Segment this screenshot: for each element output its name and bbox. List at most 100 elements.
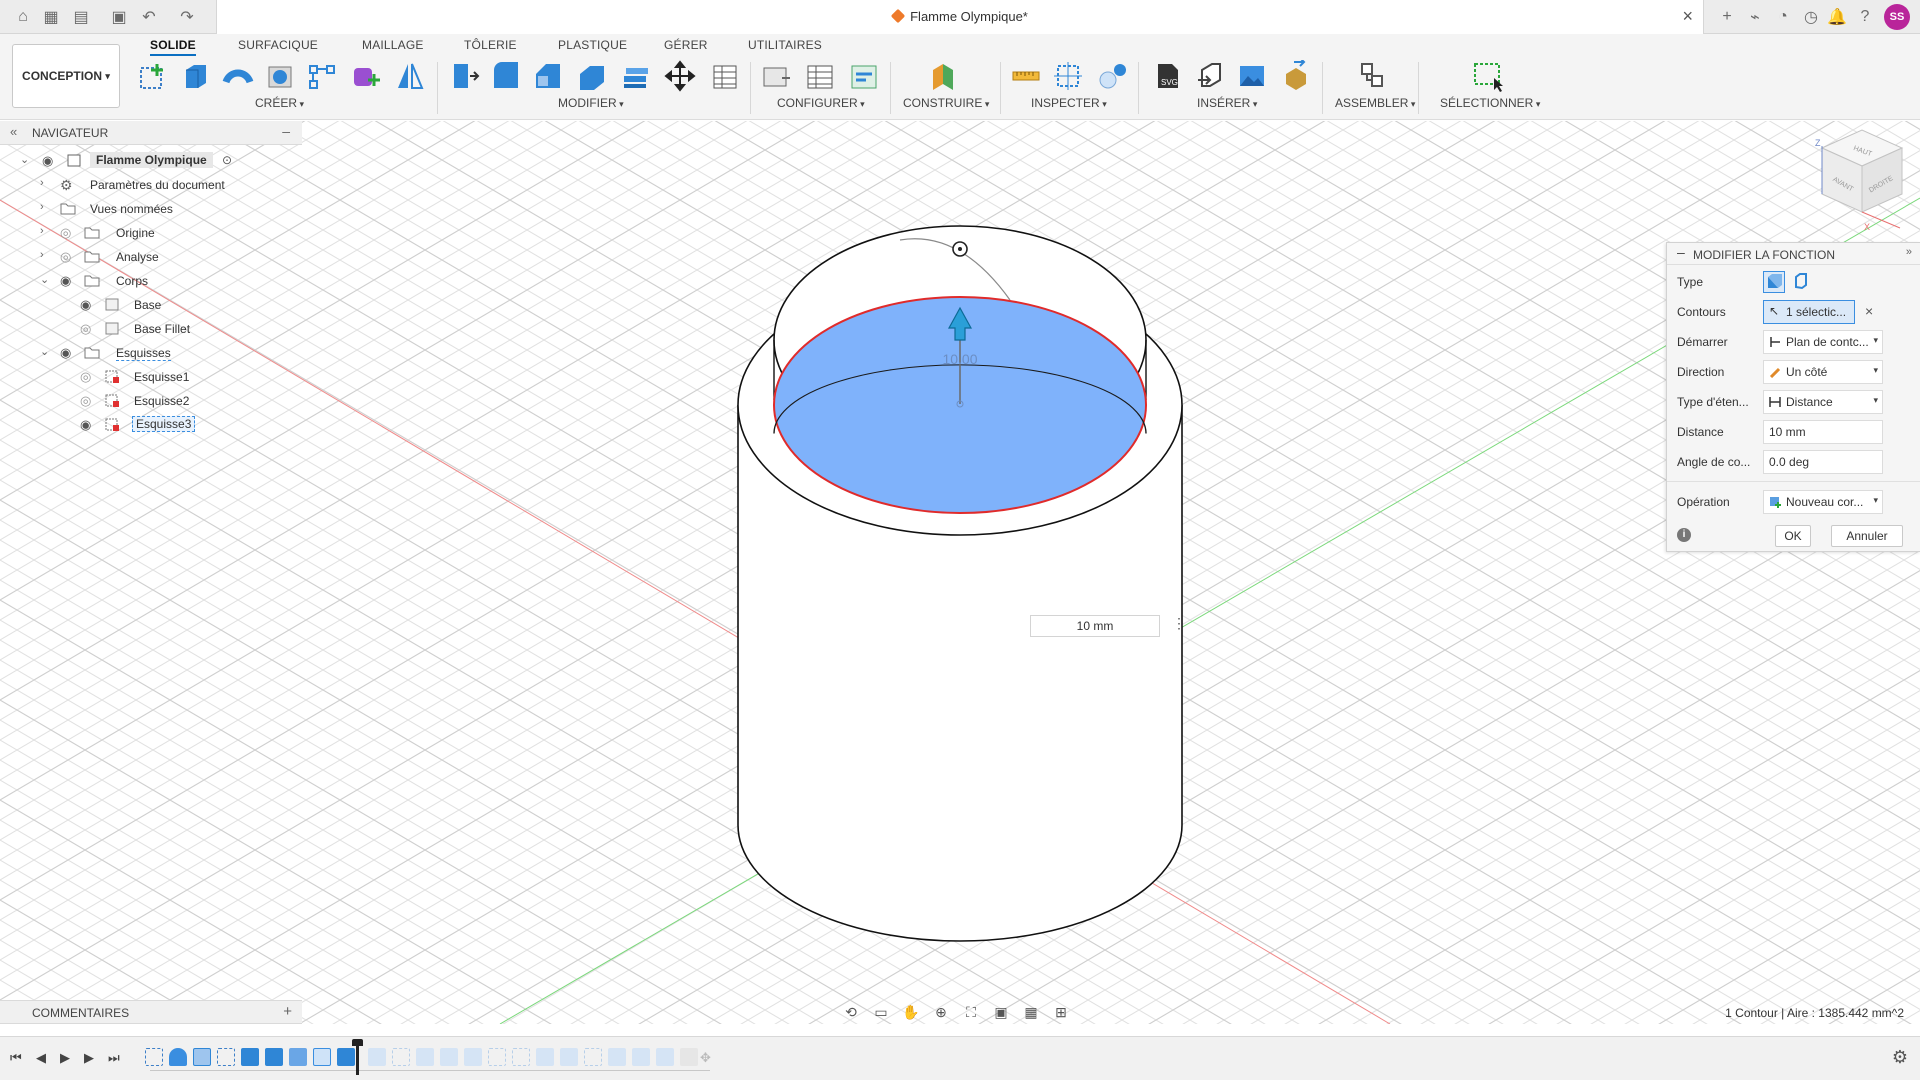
hidden-eye-icon[interactable]: ◎ — [80, 369, 96, 385]
chevron-down-icon[interactable]: ⌄ — [40, 345, 52, 358]
insert-svg-tool[interactable]: SVG — [1150, 58, 1186, 94]
timeline-suppressed-feature[interactable] — [368, 1048, 386, 1066]
timeline-shell-feature[interactable] — [193, 1048, 211, 1066]
analysis-tool[interactable] — [1094, 58, 1130, 94]
user-avatar[interactable]: SS — [1884, 4, 1910, 30]
timeline-suppressed-feature[interactable] — [488, 1048, 506, 1066]
timeline-suppressed-feature[interactable] — [416, 1048, 434, 1066]
extent-type-dropdown[interactable]: Distance ▾ — [1763, 390, 1883, 414]
tab-plastique[interactable]: PLASTIQUE — [558, 34, 627, 56]
visibility-eye-icon[interactable]: ◉ — [80, 417, 96, 433]
close-tab-icon[interactable]: × — [1682, 6, 1693, 27]
chevron-right-icon[interactable]: › — [40, 177, 52, 189]
tree-item-bodies[interactable]: ⌄ ◉ Corps — [0, 270, 260, 292]
group-label-selectionner[interactable]: SÉLECTIONNER — [1440, 96, 1540, 110]
collapse-panel-icon[interactable]: « — [10, 124, 17, 139]
group-label-construire[interactable]: CONSTRUIRE — [903, 96, 989, 110]
rotation-handle[interactable] — [952, 241, 968, 257]
interference-tool[interactable] — [1050, 58, 1086, 94]
move-tool[interactable] — [662, 58, 698, 94]
hole-tool[interactable] — [262, 58, 298, 94]
clear-selection-icon[interactable]: × — [1865, 303, 1873, 319]
tree-item-sketch3[interactable]: ◉ Esquisse3 — [0, 414, 260, 436]
extensions-icon[interactable]: ◔ — [1772, 6, 1794, 28]
distance-input[interactable]: 10 mm — [1763, 420, 1883, 444]
play-icon[interactable]: ▶ — [60, 1050, 70, 1066]
offline-icon[interactable]: ⌁ — [1744, 6, 1766, 28]
tab-maillage[interactable]: MAILLAGE — [362, 34, 424, 56]
start-dropdown[interactable]: Plan de contc... ▾ — [1763, 330, 1883, 354]
timeline-extrude-feature[interactable] — [337, 1048, 355, 1066]
configure-tool-2[interactable] — [802, 58, 838, 94]
chevron-right-icon[interactable]: › — [40, 201, 52, 213]
document-tab[interactable]: Flamme Olympique* × — [216, 0, 1704, 34]
grid-menu-icon[interactable]: ▦ — [40, 6, 62, 28]
operation-dropdown[interactable]: Nouveau cor... ▾ — [1763, 490, 1883, 514]
hidden-eye-icon[interactable]: ◎ — [80, 393, 96, 409]
tab-solide[interactable]: SOLIDE — [150, 34, 196, 56]
tab-utilitaires[interactable]: UTILITAIRES — [748, 34, 822, 56]
go-to-start-icon[interactable]: ⏮ — [10, 1050, 22, 1066]
timeline-move-icon[interactable]: ✥ — [700, 1050, 711, 1066]
timeline-active-sketch-feature[interactable] — [313, 1048, 331, 1066]
assemble-joint-tool[interactable] — [1354, 58, 1390, 94]
change-parameters-tool[interactable] — [706, 58, 742, 94]
timeline-revolve-feature[interactable] — [169, 1048, 187, 1066]
tab-gerer[interactable]: GÉRER — [664, 34, 708, 56]
timeline-suppressed-feature[interactable] — [656, 1048, 674, 1066]
timeline-suppressed-feature[interactable] — [632, 1048, 650, 1066]
tree-item-analysis[interactable]: › ◎ Analyse — [0, 246, 260, 268]
visibility-eye-icon[interactable]: ◉ — [60, 345, 76, 361]
distance-inline-input[interactable]: 10 mm — [1030, 615, 1160, 637]
add-comment-icon[interactable]: + — [283, 1003, 292, 1020]
timeline-sketch-feature[interactable] — [145, 1048, 163, 1066]
timeline-suppressed-feature[interactable] — [512, 1048, 530, 1066]
revolve-tool[interactable] — [220, 58, 256, 94]
tree-item-body-base[interactable]: ◉ Base — [0, 294, 260, 316]
step-back-icon[interactable]: ◀ — [36, 1050, 46, 1066]
taper-angle-input[interactable]: 0.0 deg — [1763, 450, 1883, 474]
visibility-eye-icon[interactable]: ◉ — [80, 297, 96, 313]
timeline-suppressed-feature[interactable] — [560, 1048, 578, 1066]
group-label-configurer[interactable]: CONFIGURER — [777, 96, 865, 110]
group-label-modifier[interactable]: MODIFIER — [558, 96, 624, 110]
tree-item-body-base-fillet[interactable]: ◎ Base Fillet — [0, 318, 260, 340]
more-options-icon[interactable]: ⋮ — [1172, 615, 1186, 632]
hidden-eye-icon[interactable]: ◎ — [60, 249, 76, 265]
create-sketch-tool[interactable] — [135, 58, 171, 94]
tab-surfacique[interactable]: SURFACIQUE — [238, 34, 318, 56]
pan-hand-icon[interactable]: ✋ — [898, 1004, 924, 1021]
look-at-icon[interactable]: ▭ — [868, 1004, 894, 1021]
chevron-down-icon[interactable]: ⌄ — [20, 153, 32, 166]
contours-selection-button[interactable]: ↖ 1 sélectic... — [1763, 300, 1855, 324]
file-menu-icon[interactable]: ▤ — [70, 6, 92, 28]
insert-canvas-tool[interactable] — [1234, 58, 1270, 94]
timeline-suppressed-feature[interactable] — [440, 1048, 458, 1066]
info-icon[interactable]: i — [1677, 528, 1691, 542]
activate-radio-icon[interactable]: ⊙ — [222, 153, 238, 167]
tree-item-sketch2[interactable]: ◎ Esquisse2 — [0, 390, 260, 412]
configure-tool-1[interactable] — [758, 58, 794, 94]
tree-item-root[interactable]: ⌄ ◉ Flamme Olympique ⊙ — [0, 150, 260, 172]
fit-icon[interactable]: ⛶ — [958, 1004, 984, 1021]
timeline-suppressed-feature[interactable] — [392, 1048, 410, 1066]
press-pull-tool[interactable] — [446, 58, 482, 94]
grid-settings-icon[interactable]: ▦ — [1018, 1004, 1044, 1021]
mirror-tool[interactable] — [392, 58, 428, 94]
chamfer-tool[interactable] — [530, 58, 566, 94]
direction-dropdown[interactable]: Un côté ▾ — [1763, 360, 1883, 384]
display-settings-icon[interactable]: ▣ — [988, 1004, 1014, 1021]
step-forward-icon[interactable]: ▶ — [84, 1050, 94, 1066]
select-tool[interactable] — [1470, 58, 1506, 94]
timeline-suppressed-feature[interactable] — [464, 1048, 482, 1066]
comments-panel[interactable]: COMMENTAIRES + — [0, 1000, 302, 1024]
group-label-creer[interactable]: CRÉER — [255, 96, 304, 110]
redo-icon[interactable]: ↷ — [176, 6, 198, 28]
zoom-icon[interactable]: ⊕ — [928, 1004, 954, 1021]
timeline-extrude-feature[interactable] — [241, 1048, 259, 1066]
visibility-eye-icon[interactable]: ◉ — [42, 153, 58, 169]
timeline-fillet-feature[interactable] — [289, 1048, 307, 1066]
ok-button[interactable]: OK — [1775, 525, 1811, 547]
collapse-icon[interactable]: – — [1677, 244, 1685, 260]
tab-tolerie[interactable]: TÔLERIE — [464, 34, 517, 56]
